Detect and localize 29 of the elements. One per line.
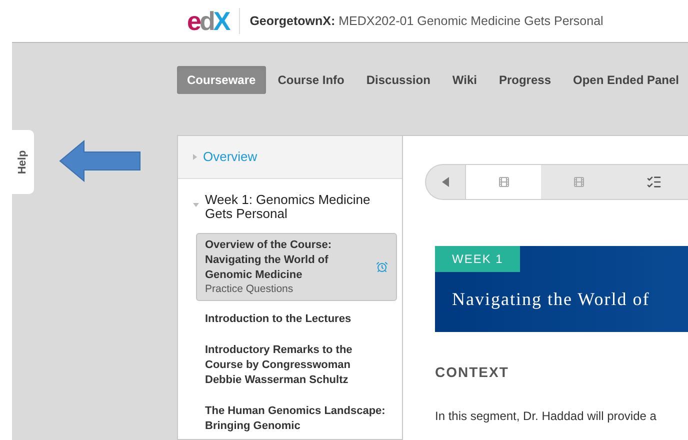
lesson-title: Introductory Remarks to the Course by Congresswoman Debbie Wasserman Schultz — [205, 343, 354, 388]
nav-tab[interactable]: Course Info — [268, 66, 354, 94]
sequence-tab[interactable] — [466, 165, 541, 199]
course-title: GeorgetownX: MEDX202-01 Genomic Medicine Gets Personal — [250, 12, 604, 30]
nav-tab[interactable]: Discussion — [356, 66, 440, 94]
banner-title: Navigating the World of — [451, 288, 651, 311]
paragraph-text: In this segment, Dr. Haddad will provide a — [435, 408, 658, 425]
lesson-title: Overview of the Course: Navigating the World of Genomic Medicine — [205, 238, 333, 283]
previous-icon — [442, 177, 449, 187]
lesson-title: Introduction to the Lectures — [205, 312, 352, 327]
week-badge: WEEK 1 — [435, 246, 520, 272]
lesson-item[interactable]: Introduction to the Lectures — [196, 307, 397, 332]
lesson-item[interactable]: The Human Genomics Landscape: Bringing Genomic — [196, 399, 397, 439]
lesson-item[interactable]: Introductory Remarks to the Course by Congresswoman Debbie Wasserman Schultz — [196, 338, 397, 393]
help-tab[interactable]: Help — [12, 130, 34, 194]
alarm-clock-icon — [376, 261, 388, 273]
list-icon — [646, 174, 662, 190]
edx-logo[interactable]: edX — [187, 8, 229, 34]
film-icon — [572, 176, 584, 188]
lesson-item[interactable]: Overview of the Course: Navigating the World of Genomic Medicine Practice Questions — [196, 233, 397, 301]
section-heading: CONTEXT — [435, 363, 510, 382]
week-heading[interactable]: Week 1: Genomics Medicine Gets Personal — [205, 193, 394, 221]
lesson-subtitle: Practice Questions — [205, 283, 294, 296]
lesson-title: The Human Genomics Landscape: Bringing Genomic — [205, 404, 386, 434]
nav-tab[interactable]: Progress — [488, 66, 561, 94]
arrow-icon — [58, 140, 142, 182]
nav-tab[interactable]: Open Ended Panel — [563, 66, 688, 94]
nav-tab[interactable]: Wiki — [442, 66, 487, 94]
film-icon — [498, 176, 510, 188]
